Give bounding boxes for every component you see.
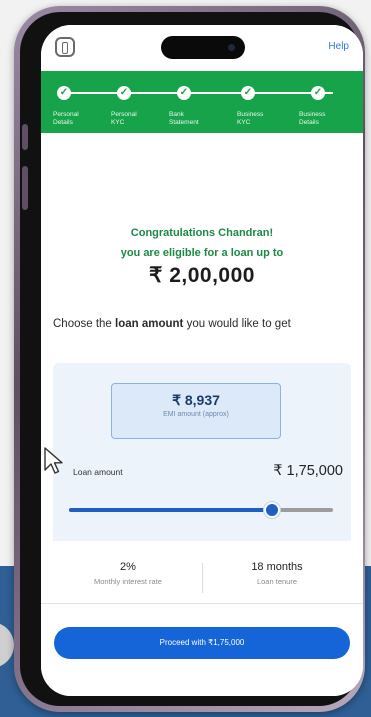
help-link[interactable]: Help [328, 41, 349, 52]
loan-amount-value: ₹ 1,75,000 [273, 463, 343, 479]
document-back-icon[interactable] [55, 37, 75, 57]
slider-thumb[interactable] [263, 502, 280, 518]
step-label-business-kyc: Business KYC [237, 111, 264, 126]
congratulations-text: Congratulations Chandran! [130, 227, 274, 239]
loan-selector-card: ₹ 8,937 EMI amount (approx) Loan amount … [53, 363, 351, 621]
step-label-business-details: Business Details [299, 111, 326, 126]
stats-divider [202, 563, 203, 593]
emi-value: ₹ 8,937 [172, 392, 220, 408]
phone-side-button [22, 124, 28, 150]
footer-divider [41, 603, 363, 604]
interest-rate-value: 2% [120, 561, 136, 573]
loan-amount-prompt: Choose the loan amount you would like to… [53, 317, 353, 331]
loan-amount-label: Loan amount [73, 467, 123, 477]
mouse-pointer-icon [44, 447, 63, 474]
proceed-button[interactable]: Proceed with ₹1,75,000 [54, 627, 350, 659]
dynamic-island [161, 36, 245, 59]
eligible-amount: ₹ 2,00,000 [149, 264, 255, 287]
progress-stepper: ✓ ✓ ✓ ✓ ✓ Personal Details Personal KYC … [41, 71, 363, 133]
phone-screen: Help ✓ ✓ ✓ ✓ ✓ Personal Details Personal… [41, 25, 363, 696]
check-circle-icon: ✓ [241, 86, 255, 100]
main-content: Congratulations Chandran! you are eligib… [41, 133, 363, 696]
loan-tenure-value: 18 months [251, 561, 303, 573]
interest-rate-stat: 2% Monthly interest rate [58, 561, 198, 586]
emi-label: EMI amount (approx) [163, 411, 229, 418]
loan-tenure-label: Loan tenure [256, 577, 298, 586]
check-circle-icon: ✓ [117, 86, 131, 100]
step-label-personal-details: Personal Details [53, 111, 79, 126]
prompt-suffix: you would like to get [183, 318, 291, 330]
phone-frame: Help ✓ ✓ ✓ ✓ ✓ Personal Details Personal… [14, 6, 365, 712]
top-bar: Help [41, 25, 363, 71]
step-label-bank-statement: Bank Statement [169, 111, 199, 126]
prompt-bold: loan amount [115, 318, 184, 330]
eligibility-message: Congratulations Chandran! you are eligib… [41, 223, 363, 263]
prompt-prefix: Choose the [53, 318, 116, 330]
slider-fill [69, 508, 270, 512]
step-label-personal-kyc: Personal KYC [111, 111, 137, 126]
check-circle-icon: ✓ [311, 86, 325, 100]
check-circle-icon: ✓ [177, 86, 191, 100]
interest-rate-label: Monthly interest rate [94, 577, 162, 586]
loan-amount-slider[interactable] [69, 502, 333, 518]
phone-volume-button [22, 166, 28, 210]
emi-box: ₹ 8,937 EMI amount (approx) [111, 383, 281, 439]
stepper-connector-line [71, 92, 333, 94]
check-circle-icon: ✓ [57, 86, 71, 100]
loan-stats: 2% Monthly interest rate 18 months Loan … [53, 541, 351, 621]
loan-tenure-stat: 18 months Loan tenure [207, 561, 347, 586]
eligible-text: you are eligible for a loan up to [120, 247, 284, 259]
